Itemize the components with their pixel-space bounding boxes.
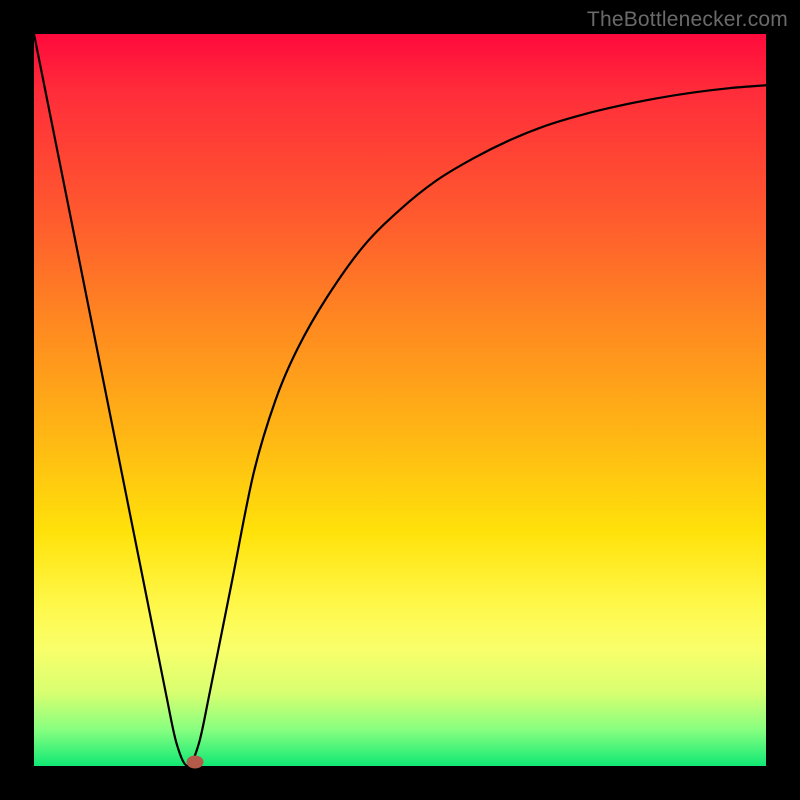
optimum-marker [187,756,204,769]
plot-area [34,34,766,766]
chart-frame: TheBottlenecker.com [0,0,800,800]
bottleneck-curve [34,34,766,766]
line-plot [34,34,766,766]
watermark-text: TheBottlenecker.com [587,8,788,32]
